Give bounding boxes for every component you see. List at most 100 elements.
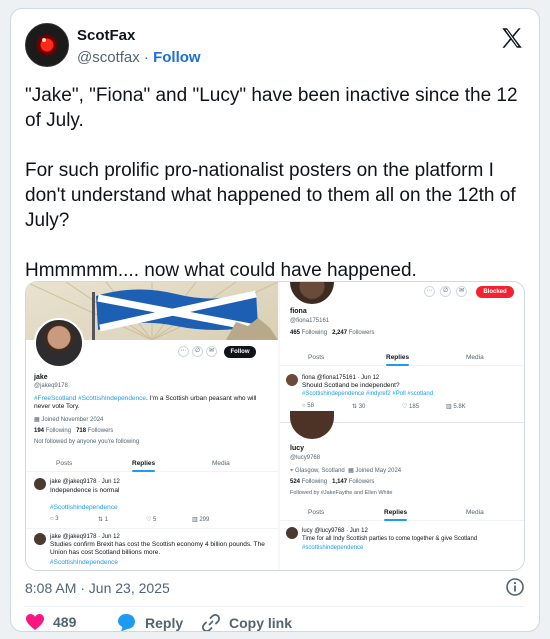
author-name[interactable]: ScotFax	[77, 27, 135, 44]
lucy-stats: 524 Following 1,147 Followers	[290, 479, 374, 485]
author-avatar[interactable]	[25, 23, 69, 67]
jake-post1-meta: jake @jakeq9178 · Jun 12	[50, 479, 120, 485]
jake-avatar	[34, 318, 84, 368]
tweet-text: "Jake", "Fiona" and "Lucy" have been ina…	[25, 85, 518, 281]
fiona-blocked-button: Blocked	[476, 286, 514, 298]
fiona-post-reposts: ⇅ 30	[352, 404, 366, 410]
tweet-card: ScotFax @scotfax · Follow "Jake", "Fiona…	[10, 8, 540, 632]
fiona-following-label: Following	[301, 330, 328, 336]
fiona-followers-count: 2,247	[332, 330, 348, 336]
jake-post1-views: ▥ 299	[192, 517, 210, 523]
fiona-post-meta: fiona @fiona175161 · Jun 12	[302, 375, 380, 381]
lucy-tab-replies: Replies	[384, 509, 408, 521]
fiona-post-tags: #Scottishindependence #indyref2 #Poll #s…	[302, 391, 434, 397]
fiona-message-icon: ✉	[456, 286, 467, 297]
fiona-post-likes: ♡ 185	[402, 404, 420, 410]
jake-tab-replies: Replies	[132, 460, 156, 472]
lucy-tab-posts: Posts	[308, 509, 325, 516]
jake-divider	[26, 528, 278, 529]
like-count: 489	[53, 614, 77, 630]
lucy-following-count: 524	[290, 479, 301, 485]
more-icon: ⋯	[178, 346, 189, 357]
jake-following-count: 194	[34, 428, 45, 434]
lucy-name: lucy	[290, 445, 305, 452]
jake-handle: @jakeq9178	[34, 383, 68, 389]
jake-post1-text: Independence is normal	[50, 487, 120, 494]
jake-tabs: Posts Replies Media	[26, 458, 278, 472]
tweet-header: ScotFax @scotfax · Follow	[25, 23, 525, 73]
jake-post1-repost-count: 1	[104, 517, 109, 523]
lucy-followed-by: Followed by #JakeFaythe and Ellen White	[290, 490, 393, 496]
jake-bio: #FreeScotland #ScottishIndependence. I'm…	[34, 395, 270, 411]
fiona-post-avatar	[286, 374, 298, 386]
fiona-avatar	[290, 282, 334, 304]
tweet-actions: 489 Reply Copy link	[25, 613, 525, 631]
jake-stats: 194 Following 718 Followers	[34, 428, 113, 434]
fiona-post-reply-count: 58	[307, 403, 314, 409]
link-icon	[201, 613, 221, 631]
reply-label: Reply	[145, 614, 184, 631]
x-logo-icon[interactable]	[499, 25, 525, 51]
jake-post1-view-count: 299	[199, 517, 210, 523]
jake-post2-text: Studies confirm Brexit has cost the Scot…	[50, 541, 265, 556]
fiona-handle: @fiona175161	[290, 318, 330, 324]
fiona-tab-replies: Replies	[386, 354, 410, 366]
like-button[interactable]: 489	[25, 613, 76, 631]
fiona-grok-icon: ∅	[440, 286, 451, 297]
jake-joined: ▦ Joined November 2024	[34, 417, 104, 423]
info-icon[interactable]	[505, 577, 525, 597]
lucy-tab-media: Media	[466, 509, 484, 516]
jake-tab-posts: Posts	[56, 460, 73, 467]
jake-followers-label: Followers	[87, 428, 114, 434]
lucy-joined: Joined May 2024	[355, 468, 402, 474]
jake-post-avatar	[34, 478, 46, 490]
lucy-post-avatar	[286, 527, 298, 539]
fiona-post-views: ▥ 5.8K	[446, 404, 466, 410]
jake-name: jake	[34, 374, 48, 381]
jake-post1-replies: ○ 3	[50, 516, 59, 522]
lucy-meta-line: ⌖ Glasgow, Scotland ▦ Joined May 2024	[290, 468, 402, 474]
author-handle[interactable]: @scotfax	[77, 49, 140, 66]
heart-icon	[26, 614, 44, 630]
jake-post2-avatar	[34, 533, 46, 545]
fiona-post-repost-count: 30	[358, 404, 366, 410]
fiona-post-view-count: 5.8K	[453, 404, 466, 410]
jake-post1-tag: #Scottishindependence	[50, 504, 118, 511]
fiona-post-like-count: 185	[409, 404, 420, 410]
fiona-profile-screenshot: ⋯ ∅ ✉ Blocked fiona @fiona175161 465 Fol…	[280, 282, 524, 422]
message-icon: ✉	[206, 346, 217, 357]
author-handle-line: @scotfax · Follow	[77, 49, 201, 66]
lucy-avatar	[290, 411, 334, 439]
tweet-media-image[interactable]: ⋯ ∅ ✉ Follow jake @jakeq9178 #FreeScotla…	[25, 281, 525, 571]
lucy-followers-label: Followers	[348, 479, 375, 485]
jake-post2-meta: jake @jakeq9178 · Jun 12	[50, 534, 120, 540]
fiona-post-text: Should Scotland be independent?	[302, 382, 400, 389]
fiona-tab-media: Media	[466, 354, 484, 361]
follow-button[interactable]: Follow	[153, 49, 201, 66]
footer-divider	[25, 606, 525, 607]
jake-post1-like-count: 5	[153, 517, 157, 523]
jake-bio-tags: #FreeScotland #ScottishIndependence	[34, 395, 147, 402]
fiona-stats: 465 Following 2,247 Followers	[290, 330, 374, 336]
jake-not-followed: Not followed by anyone you're following	[34, 439, 140, 445]
jake-post1-likes: ♡ 5	[146, 517, 157, 523]
copy-link-button[interactable]: Copy link	[201, 613, 292, 631]
grok-icon: ∅	[192, 346, 203, 357]
fiona-post-replies: ○ 58	[302, 403, 314, 409]
jake-post1-reposts: ⇅ 1	[98, 517, 109, 523]
lucy-following-label: Following	[301, 479, 328, 485]
jake-following-label: Following	[45, 428, 72, 434]
jake-followers-count: 718	[76, 428, 87, 434]
reply-bubble-icon	[118, 614, 135, 631]
jake-post2-tag: #ScottishIndependence	[50, 559, 118, 566]
lucy-handle: @lucy9768	[290, 455, 321, 461]
lucy-location: Glasgow, Scotland	[295, 468, 345, 474]
jake-follow-button: Follow	[224, 346, 256, 358]
lucy-post-tag: #scottishindependence	[302, 545, 364, 551]
lucy-tabs: Posts Replies Media	[280, 507, 524, 521]
jake-post1-reply-count: 3	[55, 516, 59, 522]
jake-tab-media: Media	[212, 460, 230, 467]
fiona-followers-label: Followers	[348, 330, 375, 336]
reply-button[interactable]: Reply	[117, 613, 184, 631]
tweet-timestamp[interactable]: 8:08 AM · Jun 23, 2025	[25, 580, 170, 596]
